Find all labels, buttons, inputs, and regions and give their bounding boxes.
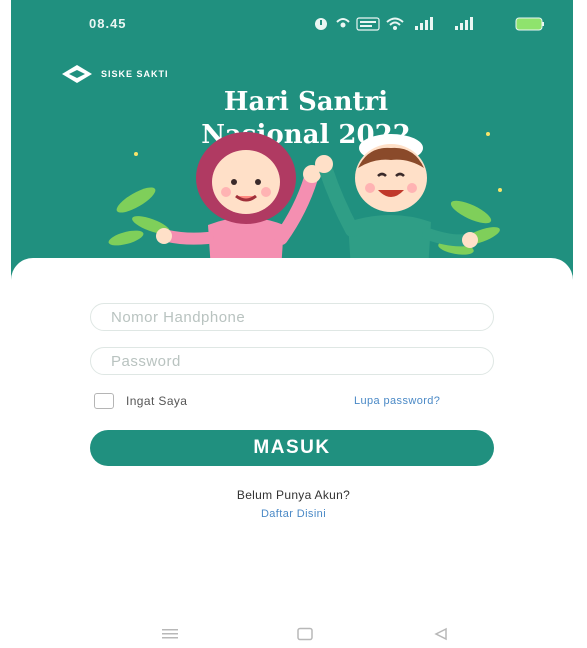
no-account-text: Belum Punya Akun? xyxy=(236,488,351,502)
status-bar: 08.45 xyxy=(11,0,573,46)
brand: SISKE SAKTI xyxy=(61,64,169,84)
status-time: 08.45 xyxy=(89,16,127,31)
data-speed-icon xyxy=(356,17,380,31)
phone-input[interactable] xyxy=(91,304,493,330)
girl-figure-icon xyxy=(156,132,321,270)
hotspot-icon xyxy=(336,18,350,28)
signal-icon xyxy=(415,17,433,30)
remember-checkbox[interactable] xyxy=(94,393,114,409)
status-icons xyxy=(315,17,544,31)
menu-icon[interactable] xyxy=(155,624,185,644)
navigation-bar xyxy=(0,620,587,648)
remember-label: Ingat Saya xyxy=(126,394,188,408)
password-input[interactable] xyxy=(91,348,493,374)
login-button[interactable]: MASUK xyxy=(90,430,494,466)
brand-logo-icon xyxy=(62,65,92,83)
brand-name: SISKE SAKTI xyxy=(101,69,169,79)
battery-icon xyxy=(515,17,544,31)
password-field[interactable] xyxy=(90,347,494,375)
students-illustration xyxy=(108,132,502,270)
alarm-icon xyxy=(315,18,327,30)
wifi-icon xyxy=(386,17,404,30)
home-icon[interactable] xyxy=(290,624,320,644)
register-link[interactable]: Daftar Disini xyxy=(0,508,587,520)
signal-icon xyxy=(455,17,473,30)
header-banner: 08.45 SISKE SAKTI Hari Santri Nasional 2… xyxy=(11,0,573,300)
title-line-1: Hari Santri xyxy=(223,87,389,117)
phone-field[interactable] xyxy=(90,303,494,331)
back-icon[interactable] xyxy=(426,624,456,644)
forgot-password-link[interactable]: Lupa password? xyxy=(354,395,440,407)
remember-me[interactable]: Ingat Saya xyxy=(94,393,187,409)
